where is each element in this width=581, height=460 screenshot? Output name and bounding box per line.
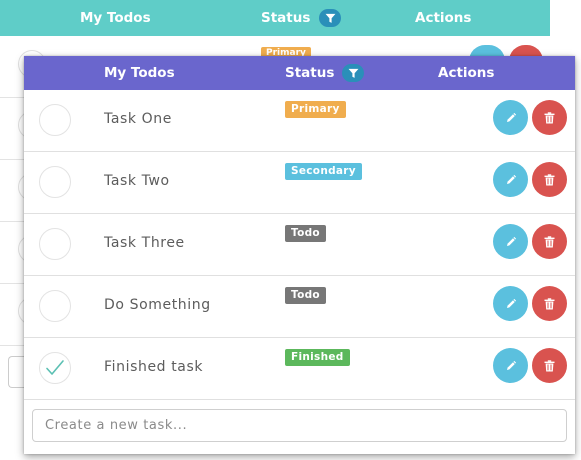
background-row-divider	[0, 345, 24, 346]
table-row: Task One Primary	[24, 90, 575, 152]
table-row: Task Three Todo	[24, 214, 575, 276]
edit-button[interactable]	[493, 100, 528, 135]
background-row-divider	[0, 97, 24, 98]
status-badge: Todo	[285, 287, 326, 304]
checkmark-icon	[46, 360, 64, 375]
delete-button[interactable]	[532, 348, 567, 383]
status-badge: Primary	[285, 101, 346, 118]
complete-checkbox[interactable]	[39, 166, 71, 198]
table-row: Do Something Todo	[24, 276, 575, 338]
trash-icon	[544, 111, 555, 123]
table-header: My Todos Status Actions	[24, 56, 575, 90]
trash-icon	[544, 297, 555, 309]
background-col-actions: Actions	[415, 10, 472, 26]
table-row: Finished task Finished	[24, 338, 575, 400]
task-title: Finished task	[104, 359, 204, 375]
background-col-status: Status	[261, 10, 311, 26]
delete-button[interactable]	[532, 100, 567, 135]
col-header-actions: Actions	[438, 65, 495, 81]
new-task-input[interactable]	[32, 409, 567, 442]
table-row: Task Two Secondary	[24, 152, 575, 214]
trash-icon	[544, 359, 555, 371]
edit-button[interactable]	[493, 286, 528, 321]
complete-checkbox[interactable]	[39, 104, 71, 136]
complete-checkbox[interactable]	[39, 228, 71, 260]
task-title: Task One	[104, 111, 172, 127]
trash-icon	[544, 235, 555, 247]
todo-table: My Todos Status Actions Task One Primary…	[24, 56, 575, 454]
edit-button[interactable]	[493, 224, 528, 259]
complete-checkbox[interactable]	[39, 352, 71, 384]
status-badge: Todo	[285, 225, 326, 242]
edit-button[interactable]	[493, 162, 528, 197]
trash-icon	[544, 173, 555, 185]
background-row-divider	[0, 221, 24, 222]
todo-app: My Todos Status Actions Primary My Todos…	[0, 0, 581, 460]
delete-button[interactable]	[532, 224, 567, 259]
col-header-status: Status	[285, 65, 335, 81]
pencil-icon	[506, 112, 516, 122]
background-row-divider	[0, 283, 24, 284]
delete-button[interactable]	[532, 162, 567, 197]
pencil-icon	[506, 174, 516, 184]
edit-button[interactable]	[493, 348, 528, 383]
delete-button[interactable]	[532, 286, 567, 321]
status-badge: Secondary	[285, 163, 362, 180]
task-title: Do Something	[104, 297, 211, 313]
background-row-divider	[0, 159, 24, 160]
background-filter-icon[interactable]	[319, 9, 341, 27]
task-title: Task Three	[104, 235, 185, 251]
task-title: Task Two	[104, 173, 170, 189]
background-table-header: My Todos Status Actions	[0, 0, 550, 36]
complete-checkbox[interactable]	[39, 290, 71, 322]
filter-icon[interactable]	[342, 64, 364, 82]
status-badge: Finished	[285, 349, 350, 366]
pencil-icon	[506, 360, 516, 370]
pencil-icon	[506, 298, 516, 308]
col-header-todos: My Todos	[104, 65, 175, 81]
pencil-icon	[506, 236, 516, 246]
background-col-todos: My Todos	[80, 10, 151, 26]
